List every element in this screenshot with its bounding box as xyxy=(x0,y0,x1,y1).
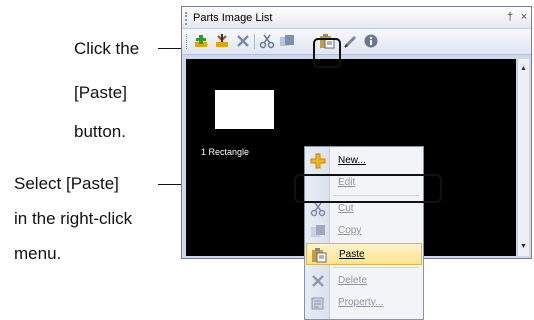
new-icon[interactable] xyxy=(192,32,210,50)
edit-icon[interactable] xyxy=(213,32,231,50)
menu-item-delete-label: Delete xyxy=(338,275,367,286)
drag-grip-icon[interactable] xyxy=(185,12,189,25)
toolbar-separator-1 xyxy=(254,34,255,49)
menu-item-paste[interactable]: Paste xyxy=(306,243,422,265)
delete-icon xyxy=(310,273,326,289)
paste-icon xyxy=(311,247,327,263)
menu-separator-2 xyxy=(333,267,419,268)
info-icon[interactable] xyxy=(362,32,380,50)
panel-toolbar xyxy=(182,29,531,55)
paste-callout-line-3: button. xyxy=(74,122,126,141)
paste-callout-line-2: [Paste] xyxy=(74,83,127,102)
menu-item-new[interactable]: New... xyxy=(306,150,422,172)
menu-item-new-label: New... xyxy=(338,155,366,166)
scroll-down-icon[interactable]: ▼ xyxy=(520,243,527,250)
menu-item-delete[interactable]: Delete xyxy=(306,270,422,292)
copy-icon[interactable] xyxy=(278,32,296,50)
menu-item-cut-label: Cut xyxy=(338,203,354,214)
menu-item-copy-label: Copy xyxy=(338,225,362,236)
menu-item-property[interactable]: Property... xyxy=(306,292,422,314)
paste-menu-highlight xyxy=(294,174,442,203)
vertical-scrollbar[interactable]: ▲ ▼ xyxy=(517,59,529,256)
menu-item-copy[interactable]: Copy xyxy=(306,220,422,242)
close-icon[interactable]: × xyxy=(518,11,530,24)
pin-icon[interactable]: † xyxy=(504,11,516,24)
cut-icon xyxy=(310,201,326,217)
new-icon xyxy=(310,153,326,169)
menu-item-paste-label: Paste xyxy=(339,249,365,260)
paste-button-highlight xyxy=(313,38,341,68)
paste-callout-line-1: Click the xyxy=(74,39,140,58)
parts-image-list-panel: Parts Image List † × 1 Rectangle New... … xyxy=(181,6,532,320)
cut-icon[interactable] xyxy=(258,32,276,50)
menu-callout-line-3: menu. xyxy=(14,244,62,263)
menu-callout-line-2: in the right-click xyxy=(14,209,133,228)
scroll-up-icon[interactable]: ▲ xyxy=(520,65,527,72)
part-thumbnail-rectangle[interactable] xyxy=(215,90,274,129)
panel-titlebar[interactable]: Parts Image List † × xyxy=(182,7,531,29)
context-menu: New... Edit Cut Copy Paste Delete Proper… xyxy=(304,146,424,320)
menu-item-property-label: Property... xyxy=(338,297,384,308)
parts-image-canvas[interactable]: 1 Rectangle New... Edit Cut Copy Paste D… xyxy=(186,59,516,320)
property-icon xyxy=(310,295,326,311)
toolbar-grip xyxy=(186,34,188,49)
pen-icon[interactable] xyxy=(342,32,360,50)
part-label: 1 Rectangle xyxy=(201,147,250,157)
delete-icon[interactable] xyxy=(234,32,252,50)
menu-callout-line-1: Select [Paste] xyxy=(14,174,119,193)
panel-title: Parts Image List xyxy=(193,12,273,24)
copy-icon xyxy=(310,223,326,239)
